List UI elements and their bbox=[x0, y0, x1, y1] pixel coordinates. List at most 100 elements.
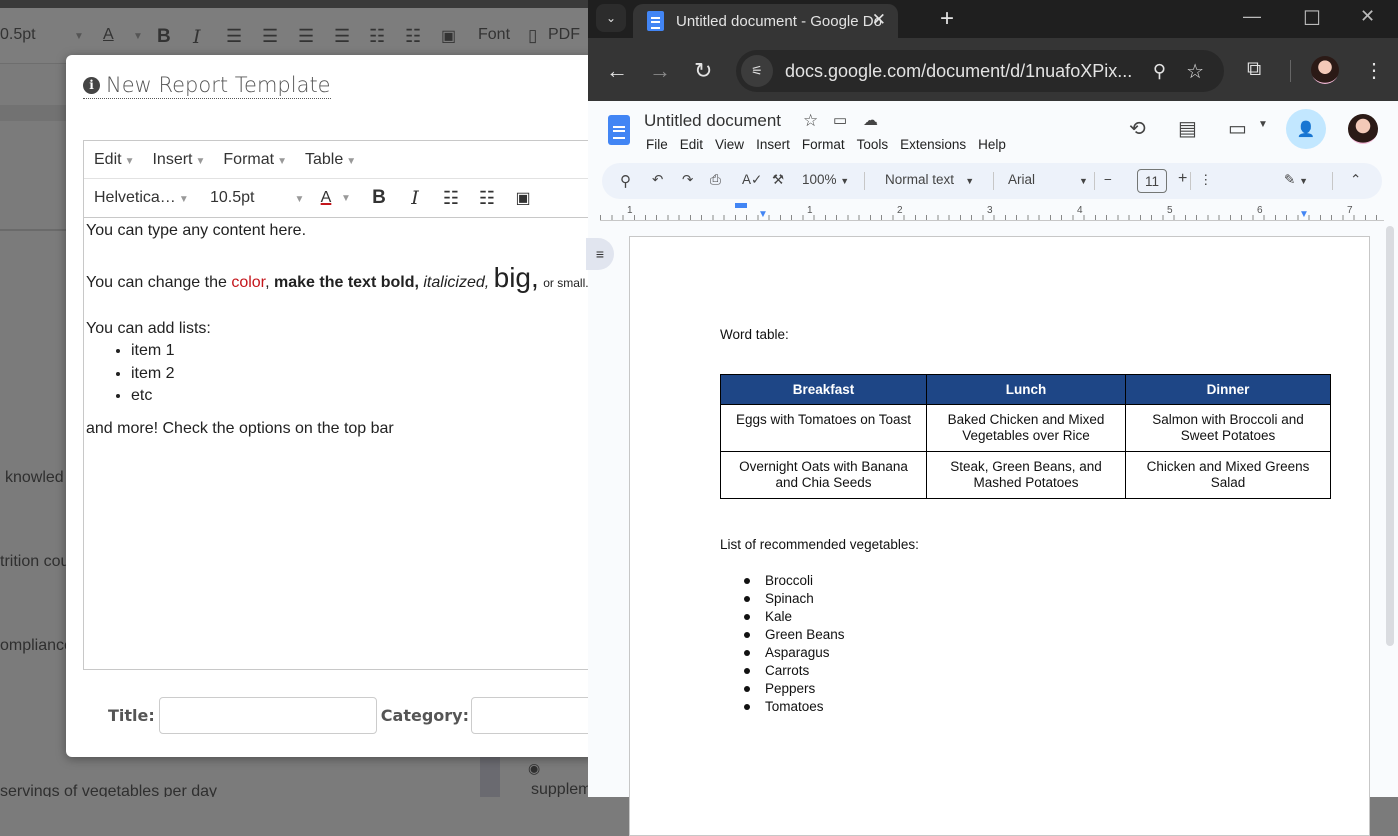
menu-insert[interactable]: Insert bbox=[756, 137, 790, 152]
menu-help[interactable]: Help bbox=[978, 137, 1006, 152]
eye-icon[interactable]: ◉ bbox=[528, 760, 540, 777]
image-icon[interactable]: ▣ bbox=[441, 26, 456, 46]
align-left-icon[interactable]: ☰ bbox=[226, 26, 242, 47]
text-color-icon[interactable]: A bbox=[103, 26, 114, 44]
version-history-icon[interactable]: ⟲ bbox=[1129, 116, 1146, 141]
toolbar-divider bbox=[1290, 60, 1291, 82]
italic-icon[interactable]: I bbox=[397, 184, 433, 212]
forward-icon[interactable]: → bbox=[649, 58, 671, 84]
hide-menus-icon[interactable]: ⌃ bbox=[1350, 172, 1361, 188]
bg-font-size[interactable]: 0.5pt bbox=[0, 26, 36, 44]
minimize-icon[interactable]: — bbox=[1243, 6, 1261, 27]
print-icon[interactable]: ⎙ bbox=[710, 172, 721, 188]
menu-edit[interactable]: Edit bbox=[680, 137, 703, 152]
bg-font-button[interactable]: Font bbox=[478, 26, 510, 44]
maximize-icon[interactable]: ☐ bbox=[1303, 6, 1321, 31]
info-icon: i bbox=[83, 76, 100, 94]
spellcheck-icon[interactable]: A✓ bbox=[742, 172, 762, 188]
close-tab-icon[interactable]: ✕ bbox=[872, 10, 886, 30]
align-center-icon[interactable]: ☰ bbox=[262, 26, 278, 47]
paint-format-icon[interactable]: ⚒ bbox=[772, 172, 784, 188]
document-title[interactable]: Untitled document bbox=[644, 111, 781, 131]
menu-file[interactable]: File bbox=[646, 137, 668, 152]
star-icon[interactable]: ☆ bbox=[803, 111, 818, 131]
table-row: Overnight Oats with Banana and Chia Seed… bbox=[720, 451, 1331, 499]
font-size-input[interactable]: 11 bbox=[1137, 169, 1167, 193]
tab-google-doc[interactable]: Untitled document - Google Do ✕ bbox=[633, 4, 898, 38]
extensions-icon[interactable]: ⧉ bbox=[1247, 58, 1261, 81]
numbered-list-icon[interactable]: ☷ bbox=[469, 184, 505, 212]
numbered-list-icon[interactable]: ☷ bbox=[405, 26, 421, 47]
style-select[interactable]: Normal text ▼ bbox=[885, 172, 974, 187]
caret-down-icon[interactable]: ▼ bbox=[341, 193, 361, 204]
font-select[interactable]: Arial ▼ bbox=[1008, 172, 1088, 187]
text-color-icon[interactable]: A bbox=[314, 184, 338, 212]
pdf-icon[interactable]: ▯ bbox=[528, 26, 537, 46]
zoom-select[interactable]: 100% ▼ bbox=[802, 172, 849, 187]
bold-icon[interactable]: B bbox=[157, 26, 171, 48]
tab-bar: ⌄ Untitled document - Google Do ✕ + — ☐ … bbox=[588, 0, 1398, 38]
back-icon[interactable]: ← bbox=[606, 58, 628, 84]
editor-content[interactable]: You can type any content here. You can c… bbox=[84, 218, 602, 442]
menu-extensions[interactable]: Extensions bbox=[900, 137, 966, 152]
chrome-window: ⌄ Untitled document - Google Do ✕ + — ☐ … bbox=[586, 0, 1398, 836]
menu-format[interactable]: Format ▼ bbox=[223, 151, 287, 169]
menu-format[interactable]: Format bbox=[802, 137, 845, 152]
menu-label: Edit bbox=[94, 150, 122, 168]
vertical-scrollbar[interactable] bbox=[1386, 226, 1394, 646]
menu-label: Insert bbox=[152, 150, 193, 168]
search-menus-icon[interactable]: ⚲ bbox=[620, 172, 631, 190]
caret-down-icon[interactable]: ▼ bbox=[1258, 119, 1268, 130]
meet-icon[interactable]: ▭ bbox=[1228, 116, 1247, 141]
profile-avatar[interactable] bbox=[1311, 56, 1339, 84]
chrome-menu-icon[interactable]: ⋮ bbox=[1364, 58, 1384, 83]
close-window-icon[interactable]: ✕ bbox=[1360, 6, 1375, 27]
account-avatar[interactable] bbox=[1348, 114, 1378, 144]
menu-insert[interactable]: Insert ▼ bbox=[152, 151, 205, 169]
address-bar[interactable]: ⚟ docs.google.com/document/d/1nuafoXPix.… bbox=[736, 50, 1224, 92]
bullet-list-icon[interactable]: ☷ bbox=[433, 184, 469, 212]
share-button[interactable]: 👤 bbox=[1286, 109, 1326, 149]
title-input[interactable] bbox=[158, 697, 377, 734]
increase-font-size-button[interactable]: + bbox=[1178, 170, 1187, 188]
list-item: Asparagus bbox=[744, 644, 1340, 662]
bullet-list-icon[interactable]: ☷ bbox=[369, 26, 385, 47]
font-size-select[interactable]: 10.5pt ▼ bbox=[210, 189, 314, 207]
chevron-down-icon[interactable]: ▼ bbox=[74, 31, 84, 42]
more-options-icon[interactable]: ⋮ bbox=[1199, 172, 1213, 188]
menu-table[interactable]: Table ▼ bbox=[305, 151, 356, 169]
bg-pdf-button[interactable]: PDF bbox=[548, 26, 580, 44]
chevron-down-icon[interactable]: ▼ bbox=[133, 31, 143, 42]
menu-view[interactable]: View bbox=[715, 137, 744, 152]
new-tab-button[interactable]: + bbox=[940, 5, 954, 33]
tab-search-button[interactable]: ⌄ bbox=[596, 4, 626, 32]
google-docs-icon bbox=[647, 11, 664, 31]
text-run-red: color bbox=[231, 274, 266, 291]
first-line-indent-handle[interactable] bbox=[735, 203, 747, 208]
editing-mode-icon[interactable]: ✎ ▼ bbox=[1284, 172, 1308, 188]
reload-icon[interactable]: ↻ bbox=[694, 58, 712, 84]
cloud-saved-icon[interactable]: ☁ bbox=[863, 111, 878, 129]
ruler[interactable]: 1 ▼ 1 2 3 4 5 6 ▼ 7 bbox=[600, 203, 1384, 221]
align-right-icon[interactable]: ☰ bbox=[298, 26, 314, 47]
document-outline-button[interactable]: ≡ bbox=[586, 238, 614, 270]
zoom-value: 100% bbox=[802, 172, 837, 187]
redo-icon[interactable]: ↷ bbox=[682, 172, 693, 188]
site-info-icon[interactable]: ⚟ bbox=[741, 55, 773, 87]
move-folder-icon[interactable]: ▭ bbox=[833, 111, 847, 129]
comments-icon[interactable]: ▤ bbox=[1178, 116, 1197, 141]
menu-edit[interactable]: Edit ▼ bbox=[94, 151, 134, 169]
document-page[interactable]: Word table: Breakfast Lunch Dinner Eggs … bbox=[629, 236, 1370, 836]
menu-tools[interactable]: Tools bbox=[857, 137, 889, 152]
bookmark-star-icon[interactable]: ☆ bbox=[1186, 59, 1204, 84]
decrease-font-size-button[interactable]: − bbox=[1104, 172, 1112, 187]
font-family-select[interactable]: Helvetica… ▼ bbox=[94, 189, 202, 207]
undo-icon[interactable]: ↶ bbox=[652, 172, 663, 188]
docs-logo-icon[interactable] bbox=[608, 115, 630, 145]
image-icon[interactable]: ▣ bbox=[505, 184, 541, 212]
zoom-icon[interactable]: ⚲ bbox=[1153, 61, 1166, 82]
text-run: You can change the bbox=[86, 274, 232, 291]
bold-icon[interactable]: B bbox=[361, 184, 397, 212]
justify-icon[interactable]: ☰ bbox=[334, 26, 350, 47]
italic-icon[interactable]: I bbox=[193, 26, 201, 48]
